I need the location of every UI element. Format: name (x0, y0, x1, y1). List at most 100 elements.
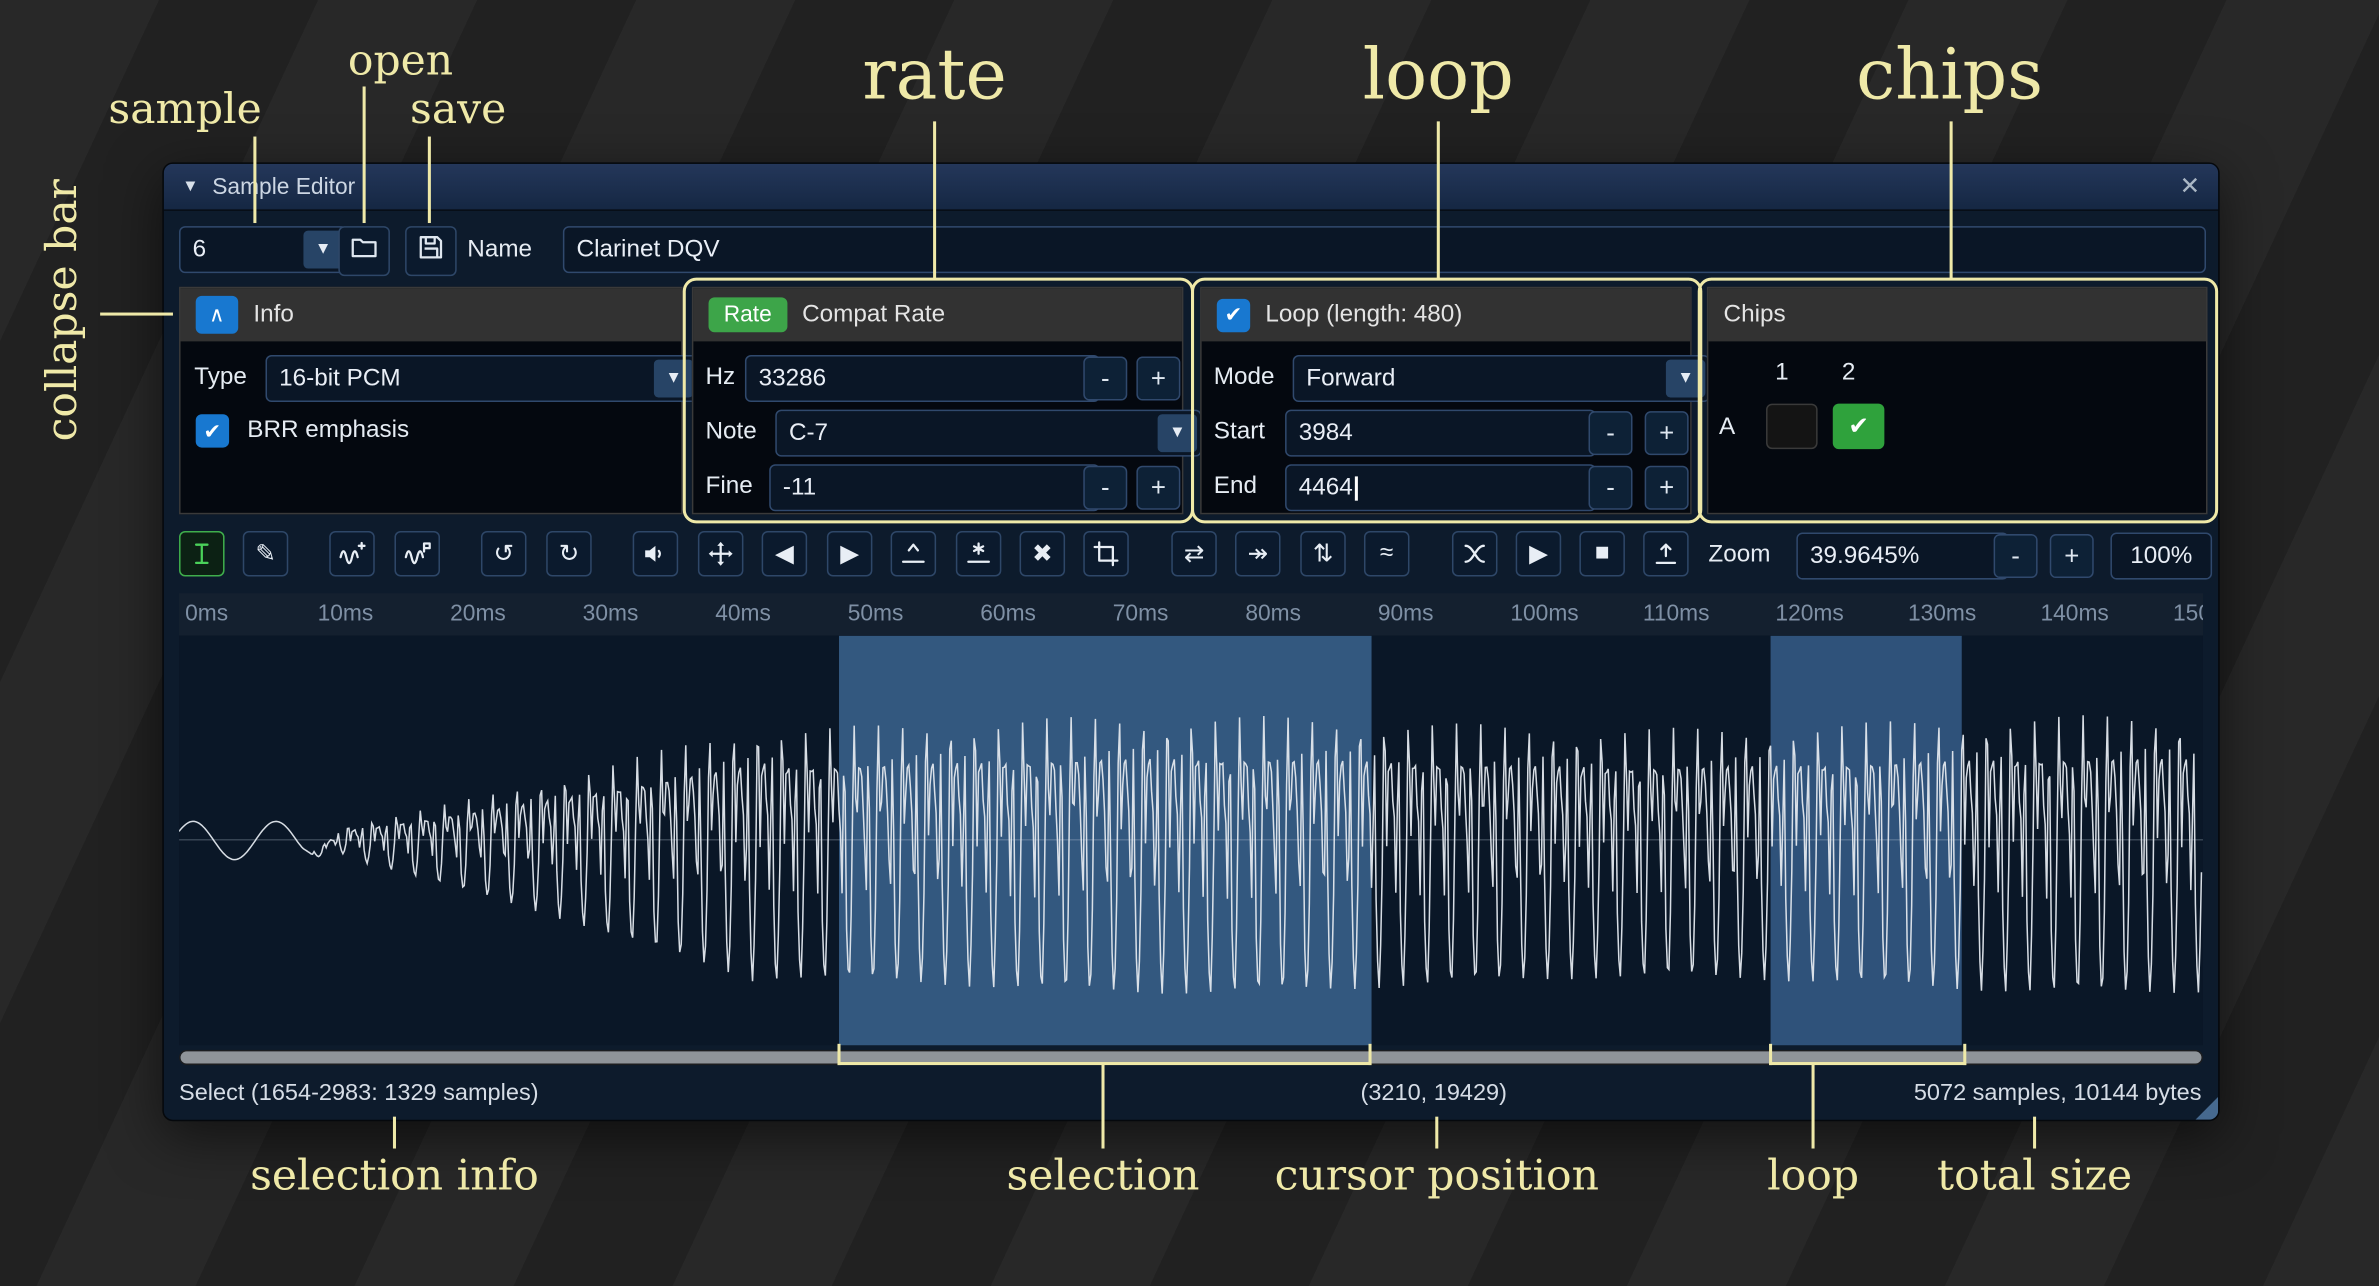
annotation-save-label: save (410, 83, 506, 133)
swap-channels-button[interactable]: ⇄ (1171, 531, 1217, 577)
loop-mode-select[interactable]: Forward ▼ (1293, 355, 1710, 402)
title-bar[interactable]: ▼ Sample Editor ✕ (164, 164, 2218, 211)
brr-emphasis-label: BRR emphasis (247, 411, 409, 450)
type-label: Type (194, 355, 247, 399)
zoom-reset-button[interactable]: 100% (2110, 533, 2212, 580)
chevron-up-icon: ∧ (209, 302, 225, 328)
amplify-button[interactable]: ⇅ (1300, 531, 1346, 577)
annotation-loop-bottom-label: loop (1767, 1150, 1859, 1200)
name-label: Name (467, 226, 532, 273)
sample-editor-window: ▼ Sample Editor ✕ 6 ▼ Name Clarinet DQV … (162, 162, 2219, 1121)
chip-a2-toggle[interactable]: ✔ (1833, 404, 1885, 450)
timeline-ruler[interactable]: 0ms10ms20ms30ms40ms50ms60ms70ms80ms90ms1… (179, 593, 2203, 637)
zoom-in-button[interactable]: + (2050, 534, 2094, 578)
select-tool-button[interactable] (179, 531, 225, 577)
nudge-right-button[interactable]: ▶ (827, 531, 873, 577)
open-button[interactable] (338, 226, 390, 276)
crossfade-button[interactable] (1452, 531, 1498, 577)
loop-panel-title: Loop (length: 480) (1265, 301, 1462, 328)
ruler-label: 30ms (583, 601, 639, 627)
cursor-position-text: (3210, 19429) (1361, 1068, 1507, 1120)
chevron-down-icon[interactable]: ▼ (1666, 360, 1705, 398)
zoom-out-button[interactable]: - (1994, 534, 2038, 578)
smooth-button[interactable]: ≈ (1364, 531, 1410, 577)
save-button[interactable] (405, 226, 457, 276)
close-icon[interactable]: ✕ (2180, 171, 2200, 201)
annotation-line-cursor-position (1435, 1117, 1438, 1149)
annotation-line-sample (253, 137, 256, 223)
info-panel-title: Info (253, 301, 293, 328)
waveform-edit-button[interactable] (394, 531, 440, 577)
annotation-line-selection-info (393, 1117, 396, 1149)
annotation-total-size-label: total size (1937, 1150, 2132, 1200)
fine-input[interactable]: -11 (769, 464, 1100, 511)
draw-tool-button[interactable]: ✎ (243, 531, 289, 577)
sample-number-select[interactable]: 6 ▼ (179, 226, 347, 273)
annotation-cursor-position-label: cursor position (1275, 1150, 1599, 1200)
redo-button[interactable]: ↻ (546, 531, 592, 577)
type-select[interactable]: 16-bit PCM ▼ (266, 355, 698, 402)
rate-badge[interactable]: Rate (709, 297, 787, 332)
name-input[interactable]: Clarinet DQV (563, 226, 2206, 273)
loop-start-increment-button[interactable]: + (1645, 411, 1689, 455)
note-label: Note (705, 410, 756, 454)
annotation-sample-label: sample (108, 83, 261, 133)
resample-button[interactable] (329, 531, 375, 577)
ruler-label: 100ms (1510, 601, 1578, 627)
undo-button[interactable]: ↺ (481, 531, 527, 577)
chevron-down-icon[interactable]: ▼ (654, 360, 693, 398)
loop-panel-header: ✔ Loop (length: 480) (1202, 288, 1691, 341)
waveform-plot (179, 636, 2203, 1046)
delete-selection-button[interactable]: ✖ (1020, 531, 1066, 577)
chip-a1-toggle[interactable] (1766, 404, 1818, 450)
zoom-input[interactable]: 39.9645% (1796, 533, 2008, 580)
loop-start-label: Start (1214, 410, 1265, 454)
annotation-open-label: open (348, 35, 453, 85)
preview-volume-button[interactable] (633, 531, 679, 577)
loop-panel: ✔ Loop (length: 480) Mode Forward ▼ Star… (1200, 287, 1692, 515)
folder-icon (349, 232, 379, 270)
desktop-background: sample open save rate loop chips collaps… (0, 0, 2379, 1286)
check-icon: ✔ (1848, 411, 1868, 441)
resize-handle[interactable] (2195, 1097, 2218, 1120)
brr-emphasis-checkbox[interactable]: ✔ (196, 414, 229, 447)
loop-end-input[interactable]: 4464 (1285, 464, 1596, 511)
chip-column-1-label: 1 (1775, 355, 1789, 391)
move-view-button[interactable] (698, 531, 744, 577)
export-button[interactable] (1643, 531, 1689, 577)
hz-increment-button[interactable]: + (1136, 357, 1180, 401)
stop-button[interactable]: ■ (1579, 531, 1625, 577)
loop-bracket (1769, 1044, 1966, 1065)
loop-end-decrement-button[interactable]: - (1589, 466, 1633, 510)
note-value: C-7 (789, 420, 828, 446)
total-size-text: 5072 samples, 10144 bytes (1914, 1068, 2202, 1120)
loop-enable-checkbox[interactable]: ✔ (1217, 298, 1250, 331)
hz-label: Hz (705, 355, 735, 399)
window-collapse-icon[interactable]: ▼ (182, 178, 199, 196)
loop-end-increment-button[interactable]: + (1645, 466, 1689, 510)
ruler-label: 150ms (2173, 601, 2203, 627)
chevron-down-icon[interactable]: ▼ (1158, 414, 1197, 452)
toolbar: ✎↺↻◀▶✖⇄↠⇅≈▶■ Zoom 39.9645% - + 100% (164, 531, 2218, 578)
annotation-collapse-bar-label: collapse bar (36, 179, 86, 441)
hz-input[interactable]: 33286 (745, 355, 1100, 402)
crop-to-selection-button[interactable] (1083, 531, 1129, 577)
play-button[interactable]: ▶ (1516, 531, 1562, 577)
annotation-line-loop (1437, 121, 1440, 279)
annotation-line-chips (1950, 121, 1953, 279)
note-select[interactable]: C-7 ▼ (775, 410, 1201, 457)
fine-decrement-button[interactable]: - (1083, 466, 1127, 510)
chevron-down-icon[interactable]: ▼ (303, 231, 342, 269)
rate-panel-header: Rate Compat Rate (693, 288, 1182, 341)
nudge-left-button[interactable]: ◀ (762, 531, 808, 577)
fine-increment-button[interactable]: + (1136, 466, 1180, 510)
hz-decrement-button[interactable]: - (1083, 357, 1127, 401)
loop-start-decrement-button[interactable]: - (1589, 411, 1633, 455)
loop-start-input[interactable]: 3984 (1285, 410, 1596, 457)
waveform-view[interactable] (179, 636, 2203, 1046)
shift-samples-button[interactable]: ↠ (1235, 531, 1281, 577)
info-panel: ∧ Info Type 16-bit PCM ▼ ✔ BRR emphasis (179, 287, 683, 515)
trim-end-button[interactable] (956, 531, 1002, 577)
collapse-panel-button[interactable]: ∧ (196, 296, 238, 334)
trim-start-button[interactable] (891, 531, 937, 577)
